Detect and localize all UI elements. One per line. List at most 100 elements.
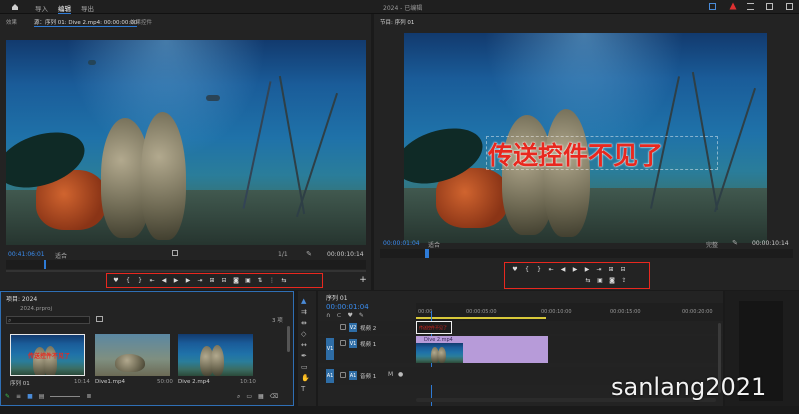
project-item-thumbnail[interactable] — [95, 334, 170, 376]
overlay-title-text[interactable]: 传送控件不见了 — [488, 136, 663, 172]
program-timecode[interactable]: 00:00:01:04 — [383, 240, 420, 247]
project-scrollbar[interactable] — [287, 326, 290, 352]
wrench-icon[interactable]: ✎ — [359, 312, 364, 319]
work-area-bar[interactable] — [416, 317, 546, 319]
list-view-icon[interactable]: ≡ — [16, 393, 21, 400]
tab-edit[interactable]: 编辑 — [58, 3, 71, 14]
step-forward-icon[interactable]: ▶ — [182, 276, 194, 285]
timeline-ruler[interactable]: 00:00 00:00:05:00 00:00:10:00 00:00:15:0… — [416, 303, 723, 321]
export-frame-icon[interactable]: ◙ — [230, 276, 242, 285]
tab-source[interactable]: 源：序列 01: Dive 2.mp4: 00:00:00:00 — [34, 18, 138, 27]
selection-tool-icon[interactable]: ▲ — [301, 297, 310, 305]
pencil-icon[interactable]: ✎ — [5, 393, 10, 400]
program-video-frame[interactable]: 传送控件不见了 — [404, 33, 767, 243]
hand-tool-icon[interactable]: ✋ — [301, 374, 310, 382]
timeline-tab[interactable]: 序列 01 — [326, 293, 348, 302]
timeline-timecode[interactable]: 00:00:01:04 — [326, 303, 369, 311]
sort-icon[interactable]: ≣ — [86, 393, 91, 400]
go-to-in-icon[interactable]: ⇤ — [545, 265, 557, 274]
tab-export[interactable]: 导出 — [81, 3, 94, 13]
new-bin-icon[interactable]: ▭ — [246, 393, 252, 401]
source-zoom-bar[interactable] — [6, 270, 366, 272]
track-select-tool-icon[interactable]: ⇉ — [301, 308, 310, 316]
tab-import[interactable]: 导入 — [35, 3, 48, 13]
play-icon[interactable]: ▶ — [170, 276, 182, 285]
source-video-frame[interactable] — [6, 40, 366, 245]
step-back-icon[interactable]: ◀ — [158, 276, 170, 285]
snap-icon[interactable]: ∩ — [326, 312, 330, 319]
export-icon[interactable] — [766, 3, 773, 10]
go-to-out-icon[interactable]: ⇥ — [194, 276, 206, 285]
safe-margins-icon[interactable]: ▣ — [594, 276, 606, 285]
zoom-slider[interactable] — [50, 396, 81, 397]
lock-icon[interactable] — [340, 372, 346, 378]
lock-icon[interactable] — [340, 324, 346, 330]
delete-icon[interactable]: ⌫ — [270, 393, 278, 401]
insert-icon[interactable]: ⊞ — [206, 276, 218, 285]
add-button-icon[interactable]: + — [359, 275, 367, 285]
list-icon[interactable] — [747, 3, 754, 10]
mark-out-icon[interactable]: } — [134, 276, 146, 285]
step-forward-icon[interactable]: ▶ — [581, 265, 593, 274]
marker-icon[interactable]: ♥ — [347, 312, 352, 319]
freeform-view-icon[interactable]: ▤ — [39, 393, 45, 400]
alert-icon[interactable] — [729, 2, 737, 10]
marker-icon[interactable]: ♥ — [509, 265, 521, 274]
track-target-v1[interactable]: V1 — [349, 339, 357, 348]
export-frame-icon[interactable]: ⇪ — [618, 276, 630, 285]
camera-icon[interactable]: ◙ — [606, 276, 618, 285]
source-timecode-in[interactable]: 00:41:06:01 — [8, 251, 45, 258]
lift-icon[interactable]: ⊞ — [605, 265, 617, 274]
slip-tool-icon[interactable]: ↔ — [301, 341, 310, 349]
new-item-icon[interactable]: ▦ — [258, 393, 264, 401]
rectangle-tool-icon[interactable]: ▭ — [301, 363, 310, 371]
new-bin-icon[interactable] — [96, 316, 103, 322]
program-playhead[interactable] — [425, 249, 429, 258]
settings-icon[interactable]: ⋮ — [266, 276, 278, 285]
dub-icon[interactable]: ⇅ — [254, 276, 266, 285]
mute-icon[interactable]: M — [388, 371, 393, 378]
linked-selection-icon[interactable]: ⊂ — [336, 312, 341, 319]
home-icon[interactable] — [10, 3, 19, 11]
pen-tool-icon[interactable]: ✒ — [301, 352, 310, 360]
extract-icon[interactable]: ⊟ — [617, 265, 629, 274]
microphone-icon[interactable]: ● — [398, 371, 403, 378]
source-scale-select[interactable]: 1/1 — [278, 251, 288, 258]
clip-icon[interactable] — [172, 250, 178, 256]
project-search-input[interactable]: ⌕ — [6, 316, 90, 324]
tab-effects[interactable]: 效果 — [6, 18, 17, 26]
button-editor-icon[interactable]: ⇆ — [278, 276, 290, 285]
track-target-a1[interactable]: A1 — [349, 371, 357, 380]
type-tool-icon[interactable]: T — [301, 385, 310, 393]
title-clip[interactable]: 传送控件不见了 — [416, 321, 452, 334]
program-scrub-bar[interactable] — [380, 249, 793, 258]
icon-view-icon[interactable]: ■ — [27, 393, 33, 400]
marker-icon[interactable]: ♥ — [110, 276, 122, 285]
overwrite-icon[interactable]: ⊟ — [218, 276, 230, 285]
step-back-icon[interactable]: ◀ — [557, 265, 569, 274]
ripple-edit-tool-icon[interactable]: ⇹ — [301, 319, 310, 327]
toggle-proxy-icon[interactable]: ▣ — [242, 276, 254, 285]
share-icon[interactable] — [709, 3, 716, 10]
search-icon[interactable]: ⌕ — [237, 393, 240, 401]
go-to-in-icon[interactable]: ⇤ — [146, 276, 158, 285]
wrench-icon[interactable]: ✎ — [731, 239, 739, 247]
source-fit-select[interactable]: 适合 — [55, 251, 67, 260]
project-item-thumbnail[interactable]: 传送控件不见了 — [10, 334, 85, 376]
source-scrub-bar[interactable] — [6, 260, 366, 269]
video-clip[interactable]: Dive 2.mp4 — [416, 336, 548, 363]
go-to-out-icon[interactable]: ⇥ — [593, 265, 605, 274]
trim-icon[interactable]: ⇆ — [582, 276, 594, 285]
source-playhead[interactable] — [44, 260, 46, 269]
mark-out-icon[interactable]: } — [533, 265, 545, 274]
mark-in-icon[interactable]: { — [122, 276, 134, 285]
track-target-v2[interactable]: V2 — [349, 323, 357, 332]
lock-icon[interactable] — [340, 340, 346, 346]
project-item-thumbnail[interactable] — [178, 334, 253, 376]
program-fit-select[interactable]: 适合 — [428, 240, 440, 249]
tab-effect-controls[interactable]: 效果控件 — [130, 18, 152, 26]
maximize-icon[interactable] — [786, 3, 793, 10]
play-icon[interactable]: ▶ — [569, 265, 581, 274]
wrench-icon[interactable]: ✎ — [305, 250, 313, 258]
source-patch-a1[interactable]: A1 — [326, 369, 334, 383]
